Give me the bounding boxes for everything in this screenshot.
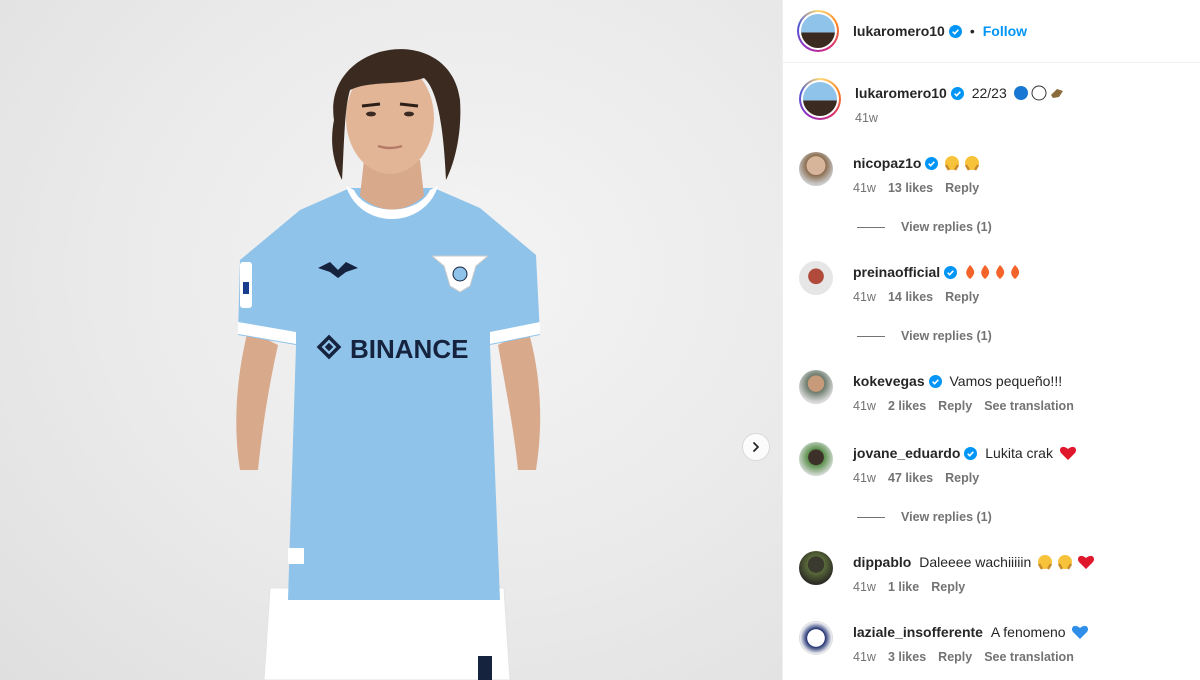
comment-time: 41w <box>853 181 876 195</box>
comment-username[interactable]: kokevegas <box>853 373 925 389</box>
comments-panel: lukaromero10 • Follow lukaromero10 22/23… <box>782 0 1200 680</box>
commenter-avatar[interactable] <box>799 621 833 655</box>
comment-likes[interactable]: 13 likes <box>888 181 933 195</box>
player-photo: BINANCE <box>236 49 541 680</box>
comment-time: 41w <box>853 650 876 664</box>
reply-button[interactable]: Reply <box>945 181 979 195</box>
comment-time: 41w <box>853 580 876 594</box>
verified-badge-icon <box>944 266 958 279</box>
view-replies-label: View replies (1) <box>901 510 992 524</box>
commenter-avatar[interactable] <box>799 152 833 186</box>
face-holding-tears-icon <box>945 156 980 171</box>
comment-username[interactable]: preinaofficial <box>853 264 940 280</box>
author-avatar-caption[interactable] <box>799 78 841 120</box>
verified-badge-icon <box>925 157 939 170</box>
comment-item: jovane_eduardo Lukita crak 41w 47 likes … <box>799 442 1077 485</box>
comment-username[interactable]: nicopaz1o <box>853 155 921 171</box>
comment-username[interactable]: jovane_eduardo <box>853 445 960 461</box>
comment-likes[interactable]: 2 likes <box>888 399 926 413</box>
commenter-avatar[interactable] <box>799 261 833 295</box>
comment-text: Vamos pequeño!!! <box>949 373 1063 389</box>
post-photo: BINANCE <box>0 0 782 680</box>
blue-heart-icon <box>1072 625 1089 639</box>
verified-badge-icon <box>928 375 942 388</box>
comment-item: dippablo Daleeee wachiiiiin 41w 1 like R… <box>799 551 1095 594</box>
comment-time: 41w <box>853 399 876 413</box>
caption-emoji-icon <box>1013 85 1063 101</box>
comment-likes[interactable]: 47 likes <box>888 471 933 485</box>
comment-likes[interactable]: 3 likes <box>888 650 926 664</box>
comment-likes[interactable]: 14 likes <box>888 290 933 304</box>
comment-item: laziale_insofferente A fenomeno 41w 3 li… <box>799 621 1089 664</box>
comment-text: Lukita crak <box>985 445 1053 461</box>
see-translation-button[interactable]: See translation <box>984 650 1074 664</box>
comment-item: kokevegas Vamos pequeño!!! 41w 2 likes R… <box>799 370 1074 413</box>
view-replies-button[interactable]: View replies (1) <box>857 220 992 234</box>
reply-button[interactable]: Reply <box>938 399 972 413</box>
comment-time: 41w <box>853 290 876 304</box>
comment-text: A fenomeno <box>990 624 1066 640</box>
comment-likes[interactable]: 1 like <box>888 580 919 594</box>
reply-button[interactable]: Reply <box>938 650 972 664</box>
fire-icon <box>966 265 1020 279</box>
author-username[interactable]: lukaromero10 <box>853 23 945 39</box>
verified-badge-icon <box>950 87 964 100</box>
face-holding-tears-icon <box>1038 555 1095 570</box>
caption-row: lukaromero10 22/23 41w <box>799 78 1065 125</box>
chevron-right-icon <box>753 442 759 452</box>
comment-time: 41w <box>853 471 876 485</box>
comment-item: preinaofficial 41w 14 likes Reply <box>799 261 1025 304</box>
reply-button[interactable]: Reply <box>931 580 965 594</box>
post-header: lukaromero10 • Follow <box>783 0 1200 63</box>
follow-button[interactable]: Follow <box>983 23 1027 39</box>
caption-username[interactable]: lukaromero10 <box>855 85 947 101</box>
comment-username[interactable]: dippablo <box>853 554 911 570</box>
red-heart-icon <box>1059 446 1076 460</box>
see-translation-button[interactable]: See translation <box>984 399 1074 413</box>
view-replies-label: View replies (1) <box>901 220 992 234</box>
caption-time: 41w <box>855 111 878 125</box>
view-replies-button[interactable]: View replies (1) <box>857 329 992 343</box>
caption-text: 22/23 <box>971 85 1007 101</box>
separator-dot: • <box>969 23 975 39</box>
sponsor-text: BINANCE <box>350 334 468 364</box>
commenter-avatar[interactable] <box>799 370 833 404</box>
next-image-button[interactable] <box>742 433 770 461</box>
view-replies-label: View replies (1) <box>901 329 992 343</box>
verified-badge-icon <box>964 447 978 460</box>
verified-badge-icon <box>948 24 962 38</box>
comment-text: Daleeee wachiiiiin <box>919 554 1032 570</box>
comment-item: nicopaz1o 41w 13 likes Reply <box>799 152 984 195</box>
author-avatar-header[interactable] <box>797 10 839 52</box>
comment-username[interactable]: laziale_insofferente <box>853 624 983 640</box>
commenter-avatar[interactable] <box>799 442 833 476</box>
reply-button[interactable]: Reply <box>945 471 979 485</box>
view-replies-button[interactable]: View replies (1) <box>857 510 992 524</box>
reply-button[interactable]: Reply <box>945 290 979 304</box>
commenter-avatar[interactable] <box>799 551 833 585</box>
